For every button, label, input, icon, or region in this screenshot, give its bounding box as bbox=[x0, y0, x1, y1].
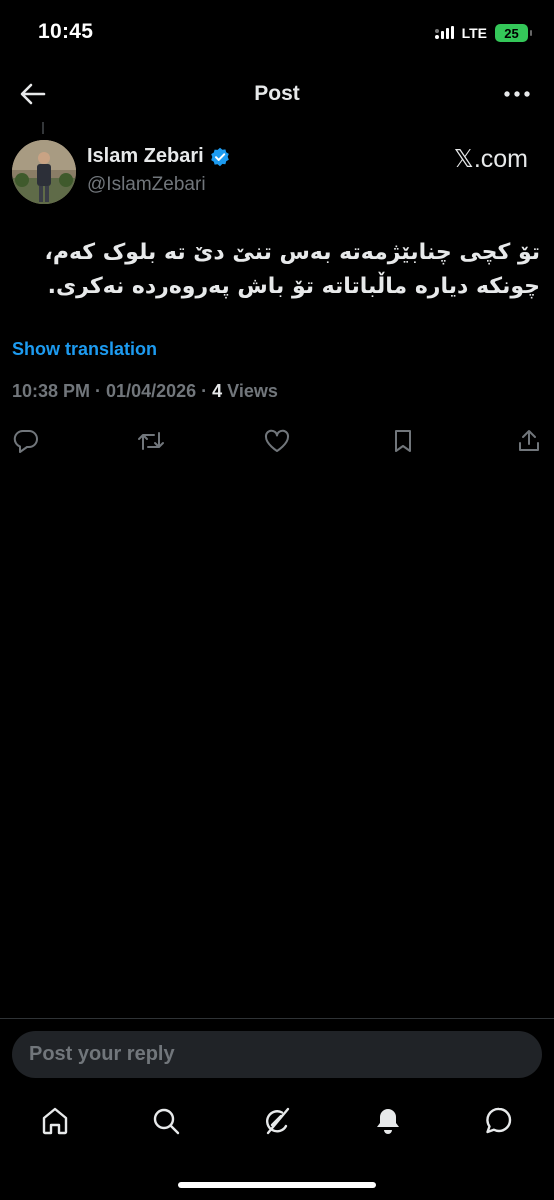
views-label: Views bbox=[227, 381, 278, 401]
nav-search[interactable] bbox=[148, 1103, 184, 1139]
divider bbox=[0, 1018, 554, 1019]
share-icon bbox=[519, 430, 539, 451]
thread-line bbox=[42, 122, 44, 134]
verified-badge-icon bbox=[210, 147, 229, 166]
bookmark-button[interactable] bbox=[388, 426, 418, 456]
reply-button[interactable] bbox=[11, 426, 41, 456]
messages-icon bbox=[486, 1107, 512, 1134]
source-label: 𝕏.com bbox=[453, 145, 528, 173]
page-title: Post bbox=[254, 82, 300, 105]
status-time: 10:45 bbox=[38, 20, 94, 43]
views-count: 4 bbox=[212, 381, 223, 401]
post-date[interactable]: 01/04/2026 bbox=[106, 381, 196, 401]
more-icon bbox=[504, 91, 530, 97]
network-type: LTE bbox=[461, 25, 487, 41]
nav-home[interactable] bbox=[37, 1103, 73, 1139]
reply-placeholder: Post your reply bbox=[29, 1043, 175, 1065]
post-time[interactable]: 10:38 PM bbox=[12, 381, 90, 401]
repost-button[interactable] bbox=[136, 426, 166, 456]
nav-notifications[interactable] bbox=[370, 1103, 406, 1139]
home-indicator bbox=[178, 1182, 376, 1188]
grok-icon bbox=[266, 1107, 290, 1135]
share-button[interactable] bbox=[514, 426, 544, 456]
like-icon bbox=[264, 429, 290, 452]
signal-icon bbox=[434, 26, 454, 39]
post-text-line: چونکە دیارە ماڵباتاتە تۆ باش پەروەردە نە… bbox=[47, 274, 540, 299]
reply-icon bbox=[13, 429, 38, 453]
repost-icon bbox=[138, 432, 164, 450]
home-icon bbox=[42, 1107, 68, 1135]
battery-icon: 25 bbox=[495, 24, 532, 42]
status-icons: LTE 25 bbox=[434, 22, 532, 44]
like-button[interactable] bbox=[262, 426, 292, 456]
author-handle[interactable]: @IslamZebari bbox=[87, 174, 206, 196]
nav-grok[interactable] bbox=[259, 1103, 295, 1139]
bookmark-icon bbox=[395, 430, 411, 452]
nav-messages[interactable] bbox=[481, 1103, 517, 1139]
avatar-photo bbox=[12, 140, 76, 204]
more-options-button[interactable] bbox=[502, 82, 532, 106]
author-name-text: Islam Zebari bbox=[87, 145, 204, 167]
avatar[interactable] bbox=[12, 140, 76, 204]
show-translation-link[interactable]: Show translation bbox=[12, 339, 157, 360]
battery-level: 25 bbox=[504, 25, 519, 41]
author-name[interactable]: Islam Zebari bbox=[87, 145, 230, 168]
search-icon bbox=[153, 1108, 180, 1135]
post-meta: 10:38 PM · 01/04/2026 · 4 Views bbox=[12, 381, 278, 401]
post-text: تۆ کچی چنابێژمەتە بەس تنێ دێ تە بلوک کەم… bbox=[10, 236, 540, 304]
post-text-line: تۆ کچی چنابێژمەتە بەس تنێ دێ تە بلوک کەم… bbox=[44, 240, 540, 265]
notifications-icon bbox=[377, 1109, 399, 1134]
